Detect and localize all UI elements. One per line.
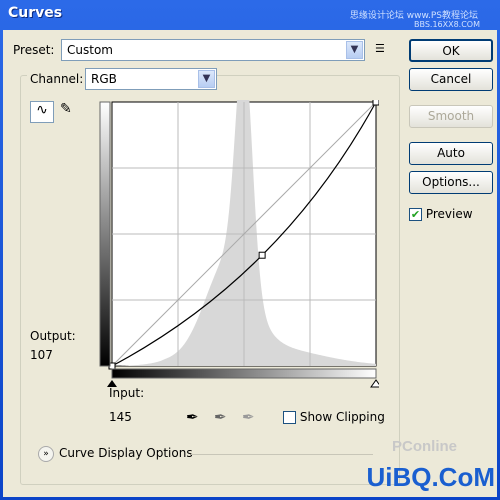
- show-clipping-checkbox[interactable]: Show Clipping: [283, 410, 385, 424]
- checkbox-checked[interactable]: ✔: [409, 208, 422, 221]
- auto-button[interactable]: Auto: [409, 142, 493, 165]
- expand-icon[interactable]: »: [38, 446, 54, 462]
- white-point-slider: [370, 379, 379, 388]
- curve-graph[interactable]: [97, 100, 379, 390]
- input-gradient-bar: [111, 368, 377, 379]
- channel-value: RGB: [91, 72, 117, 86]
- window-title: Curves: [8, 5, 63, 21]
- output-gradient-bar: [99, 101, 111, 367]
- input-value[interactable]: 145: [109, 410, 132, 424]
- smooth-button: Smooth: [409, 105, 493, 128]
- cancel-button[interactable]: Cancel: [409, 68, 493, 91]
- curve-point: [258, 251, 266, 259]
- curves-dialog: Curves 思缘设计论坛 www.PS教程论坛 BBS.16XX8.COM P…: [0, 0, 500, 500]
- output-label: Output:: [30, 329, 76, 343]
- white-eyedropper-icon[interactable]: ✒: [242, 408, 255, 426]
- output-value[interactable]: 107: [30, 348, 53, 362]
- ok-button[interactable]: OK: [409, 39, 493, 62]
- options-button[interactable]: Options...: [409, 171, 493, 194]
- watermark-pconline: PConline: [391, 438, 457, 455]
- pencil-icon[interactable]: ✎: [60, 101, 72, 117]
- divider: [191, 454, 373, 455]
- show-clipping-label: Show Clipping: [299, 410, 385, 424]
- curve-tool-icon[interactable]: ∿: [30, 101, 54, 123]
- curve-point: [372, 100, 379, 106]
- chevron-down-icon[interactable]: ▼: [198, 70, 215, 88]
- input-label: Input:: [109, 386, 145, 400]
- dialog-body: Preset: Custom ▼ ☰ Channel: RGB ▼ ∿ ✎ Ou…: [3, 30, 497, 497]
- curve-display-options[interactable]: Curve Display Options: [59, 446, 193, 460]
- preset-options-icon[interactable]: ☰: [375, 42, 385, 55]
- watermark-sub: BBS.16XX8.COM: [413, 20, 480, 29]
- checkbox[interactable]: [283, 411, 296, 424]
- channel-label: Channel:: [27, 72, 87, 86]
- black-eyedropper-icon[interactable]: ✒: [186, 408, 199, 426]
- preset-select[interactable]: Custom ▼: [61, 39, 365, 61]
- preview-checkbox[interactable]: ✔ Preview: [409, 207, 473, 221]
- preview-label: Preview: [425, 207, 473, 221]
- channel-select[interactable]: RGB ▼: [85, 68, 217, 90]
- chevron-down-icon[interactable]: ▼: [346, 41, 363, 59]
- gray-eyedropper-icon[interactable]: ✒: [214, 408, 227, 426]
- preset-value: Custom: [67, 43, 113, 57]
- preset-label: Preset:: [13, 43, 55, 57]
- watermark-uibq: UiBQ.CoM: [366, 462, 495, 492]
